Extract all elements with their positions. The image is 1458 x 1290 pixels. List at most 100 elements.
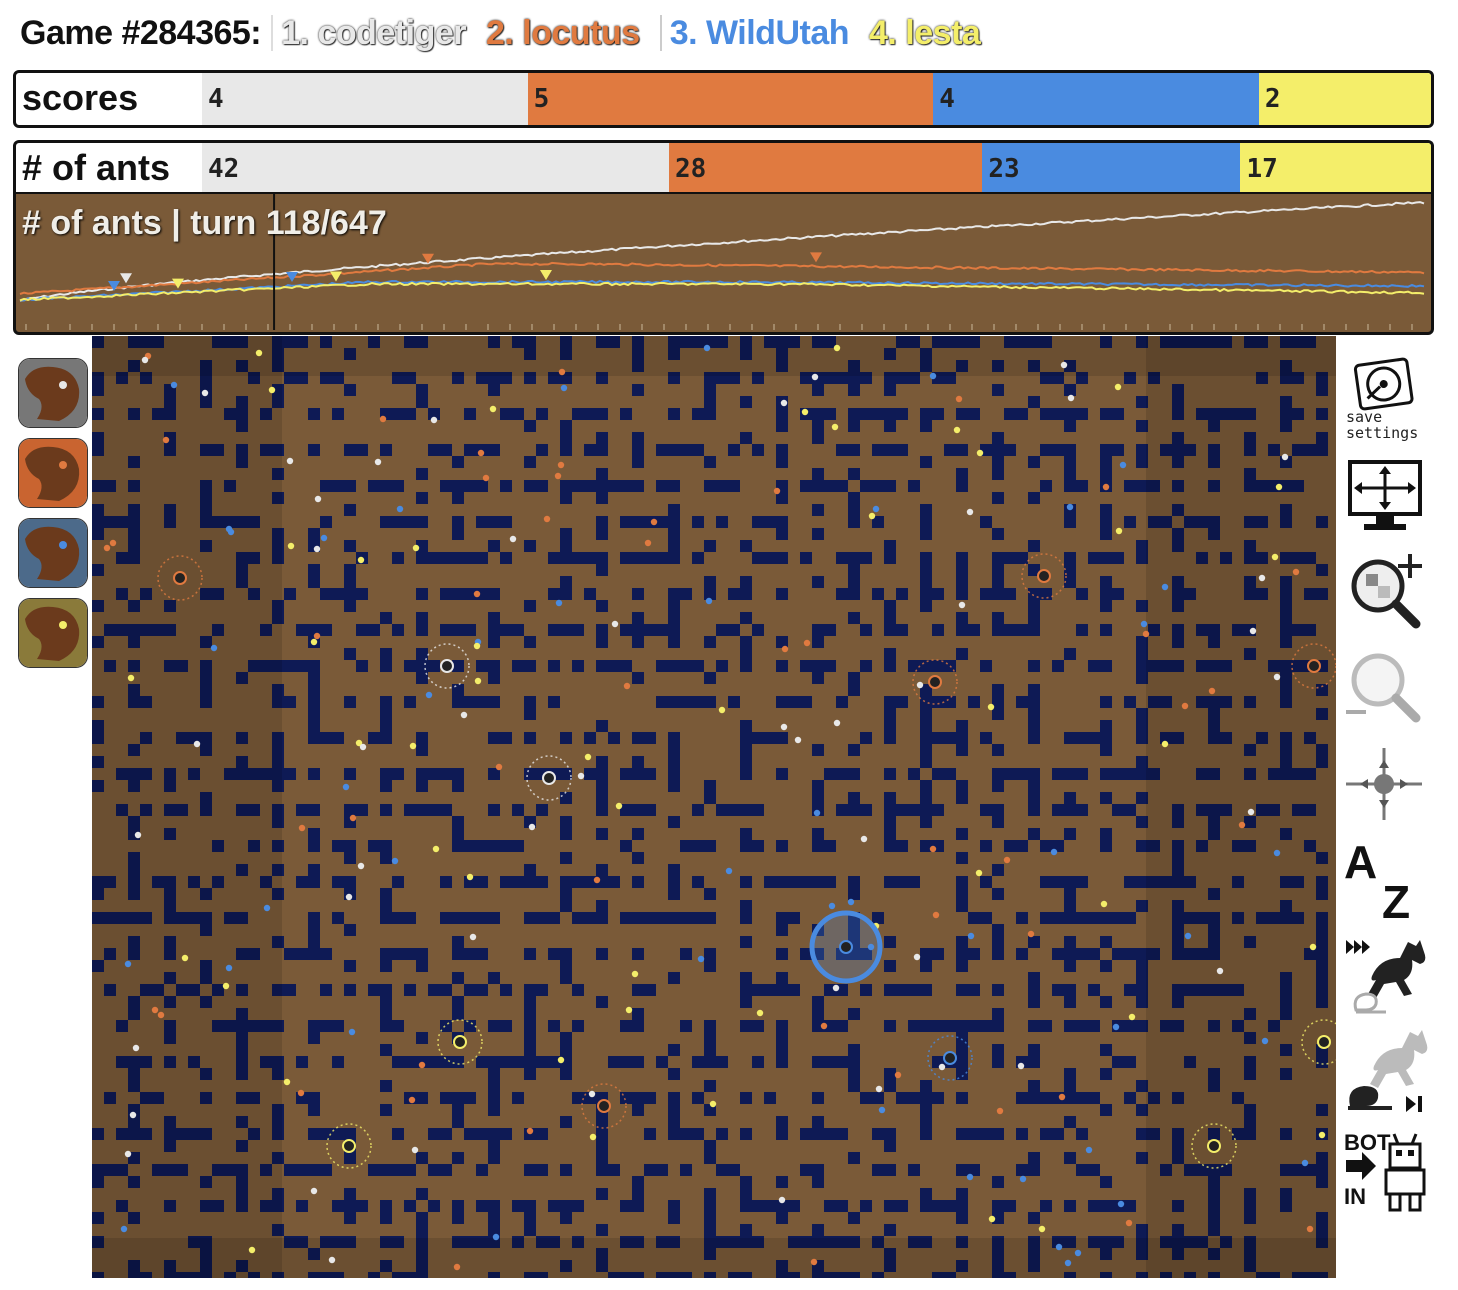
ant-hill[interactable] [542,771,556,785]
water-tile [596,408,608,420]
water-tile [740,768,752,780]
water-tile [308,660,320,672]
scores-label: scores [22,77,139,118]
water-tile [980,1020,992,1032]
water-tile [920,948,932,960]
water-tile [596,1188,608,1200]
water-tile [476,552,488,564]
ant-hill[interactable] [943,1051,957,1065]
center-map-button[interactable] [1342,746,1432,822]
water-tile [740,1200,752,1212]
ant [894,1071,902,1079]
water-tile [920,1188,932,1200]
water-tile [632,384,644,396]
water-tile [572,624,584,636]
ant-hill[interactable] [1037,569,1051,583]
water-tile [416,732,428,744]
player-3-name[interactable]: 3. WildUtah [670,14,850,53]
water-tile [776,660,788,672]
water-tile [584,732,596,744]
water-tile [752,552,764,564]
player-3-view-button[interactable] [18,518,88,588]
water-tile [392,408,404,420]
water-tile [656,516,668,528]
water-tile [740,756,752,768]
water-tile [800,660,812,672]
water-tile [416,960,428,972]
ant-hill[interactable] [928,675,942,689]
water-tile [308,864,320,876]
water-tile [992,612,1004,624]
player-1-name[interactable]: 1. codetiger [281,14,466,53]
water-tile [560,444,572,456]
fullscreen-button[interactable] [1342,456,1432,544]
water-tile [284,588,296,600]
water-tile [1064,828,1076,840]
ant-hill[interactable] [1307,659,1321,673]
ant-hill[interactable] [597,1099,611,1113]
water-tile [308,564,320,576]
water-tile [488,732,500,744]
water-tile [464,444,476,456]
player-1-view-button[interactable] [18,358,88,428]
ant-hill[interactable] [1317,1035,1331,1049]
ant-hill[interactable] [1207,1139,1221,1153]
ant-hill[interactable] [173,571,187,585]
water-tile [944,1200,956,1212]
ant [489,405,497,413]
water-tile [308,720,320,732]
water-tile [848,1044,860,1056]
water-tile [884,1080,896,1092]
water-tile [1028,828,1040,840]
save-settings-button[interactable]: save settings [1342,356,1432,446]
zoom-in-icon [1351,554,1422,629]
water-tile [740,876,752,888]
game-map[interactable] [92,336,1336,1278]
player-4-name[interactable]: 4. lesta [869,14,981,53]
water-tile [416,588,428,600]
player-2-name[interactable]: 2. locutus [486,14,640,53]
water-tile [500,480,512,492]
ant-hill[interactable] [839,940,853,954]
player-2-view-button[interactable] [18,438,88,508]
zoom-out-button[interactable] [1342,648,1432,728]
water-tile [956,1200,968,1212]
bot-input-button[interactable]: BOT IN [1342,1124,1432,1214]
water-tile [320,948,332,960]
water-tile [524,420,536,432]
water-tile [632,456,644,468]
water-tile [872,444,884,456]
water-tile [956,828,968,840]
water-tile [1016,912,1028,924]
ant [938,1063,946,1071]
water-tile [392,1128,404,1140]
water-tile [560,540,572,552]
water-tile [1112,588,1124,600]
water-tile [956,744,968,756]
water-tile [596,516,608,528]
water-tile [596,1116,608,1128]
zoom-in-button[interactable] [1342,550,1432,634]
water-tile [1076,876,1088,888]
ant-hill[interactable] [440,659,454,673]
water-tile [524,600,536,612]
water-tile [392,624,404,636]
ant-hill[interactable] [342,1139,356,1153]
ants-graph[interactable]: # of ants | turn 118/647 [13,192,1434,335]
water-tile [740,576,752,588]
water-tile [980,876,992,888]
water-tile [752,624,764,636]
ant-hill[interactable] [453,1035,467,1049]
player-4-view-button[interactable] [18,598,88,668]
water-tile [512,1092,524,1104]
toggle-labels-button[interactable]: A Z [1342,838,1432,924]
speed-up-button[interactable] [1342,932,1432,1016]
water-tile [548,1056,560,1068]
water-tile [332,1020,344,1032]
ant [878,1106,886,1114]
slow-down-button[interactable] [1342,1026,1432,1116]
water-tile [992,552,1004,564]
water-tile [392,480,404,492]
water-tile [956,948,968,960]
water-tile [632,852,644,864]
